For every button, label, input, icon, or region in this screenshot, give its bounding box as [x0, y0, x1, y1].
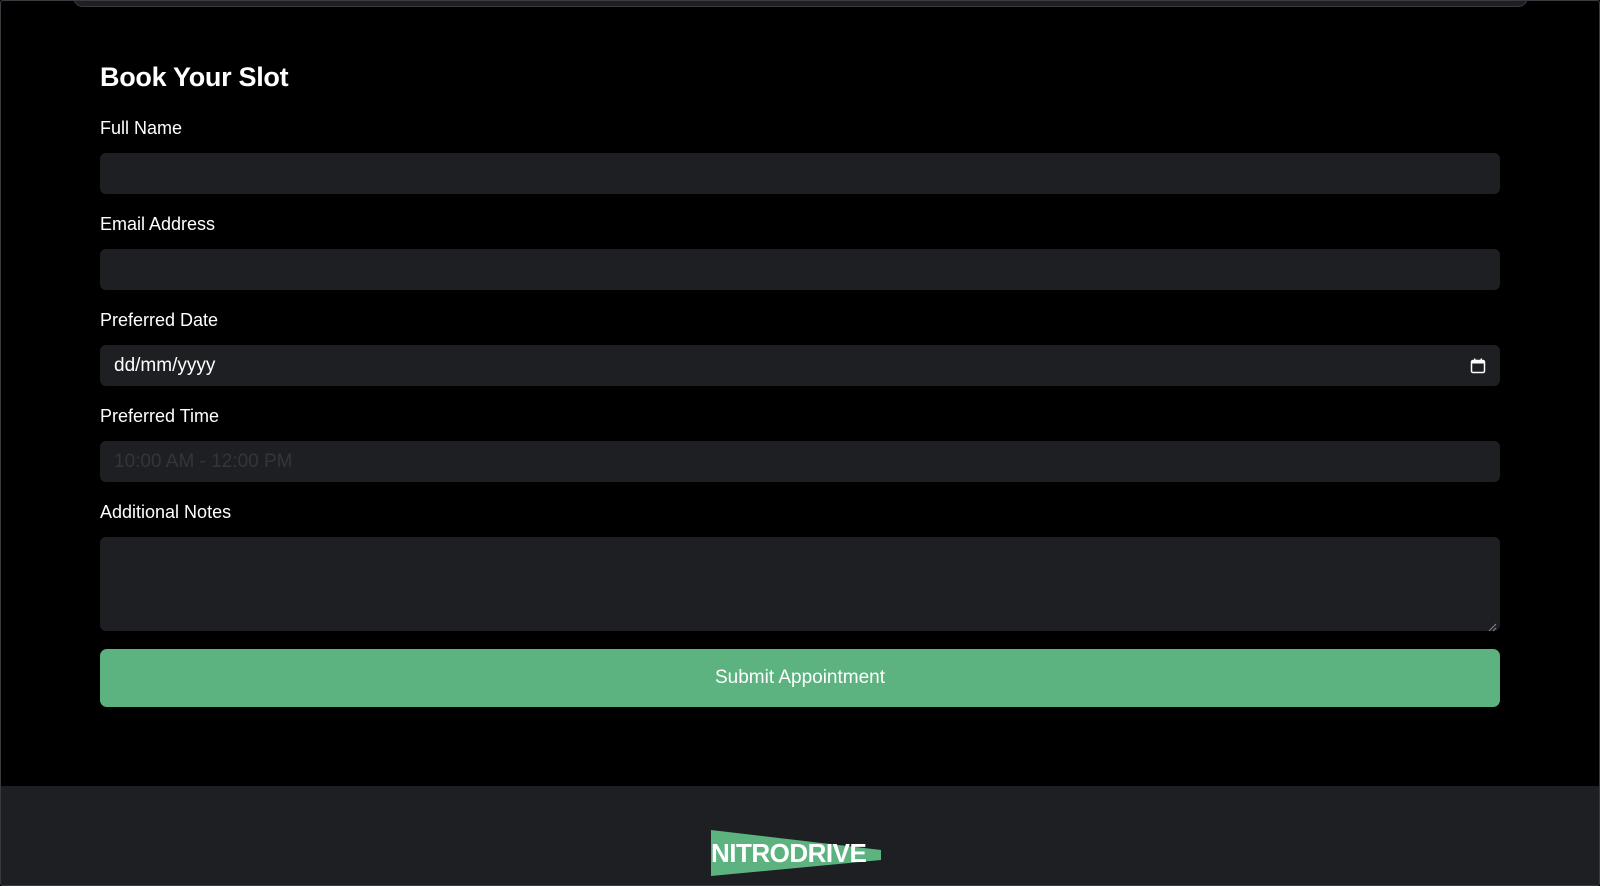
- date-label: Preferred Date: [100, 310, 219, 330]
- full-name-label: Full Name: [100, 118, 183, 138]
- notes-textarea[interactable]: [100, 537, 1500, 632]
- resize-handle-icon[interactable]: [1488, 619, 1497, 632]
- nitrodrive-logo[interactable]: NITRODRIVE: [711, 830, 881, 876]
- booking-form: Book Your Slot Full Name Email Address P…: [100, 57, 1500, 707]
- previous-card-edge: [73, 1, 1528, 7]
- email-input[interactable]: [100, 249, 1500, 290]
- time-label: Preferred Time: [100, 406, 220, 426]
- footer: NITRODRIVE: [1, 786, 1599, 885]
- time-input[interactable]: 10:00 AM - 12:00 PM: [100, 441, 1500, 482]
- page-frame: Book Your Slot Full Name Email Address P…: [0, 0, 1600, 886]
- date-input[interactable]: dd/mm/yyyy: [100, 345, 1500, 386]
- brand-name: NITRODRIVE: [711, 838, 867, 868]
- notes-label: Additional Notes: [100, 502, 232, 522]
- form-title: Book Your Slot: [100, 62, 289, 92]
- calendar-icon[interactable]: [1470, 358, 1486, 374]
- email-label: Email Address: [100, 214, 216, 234]
- date-value: dd/mm/yyyy: [114, 354, 216, 376]
- submit-appointment-button[interactable]: Submit Appointment: [100, 649, 1500, 707]
- full-name-input[interactable]: [100, 153, 1500, 194]
- time-placeholder: 10:00 AM - 12:00 PM: [114, 450, 293, 472]
